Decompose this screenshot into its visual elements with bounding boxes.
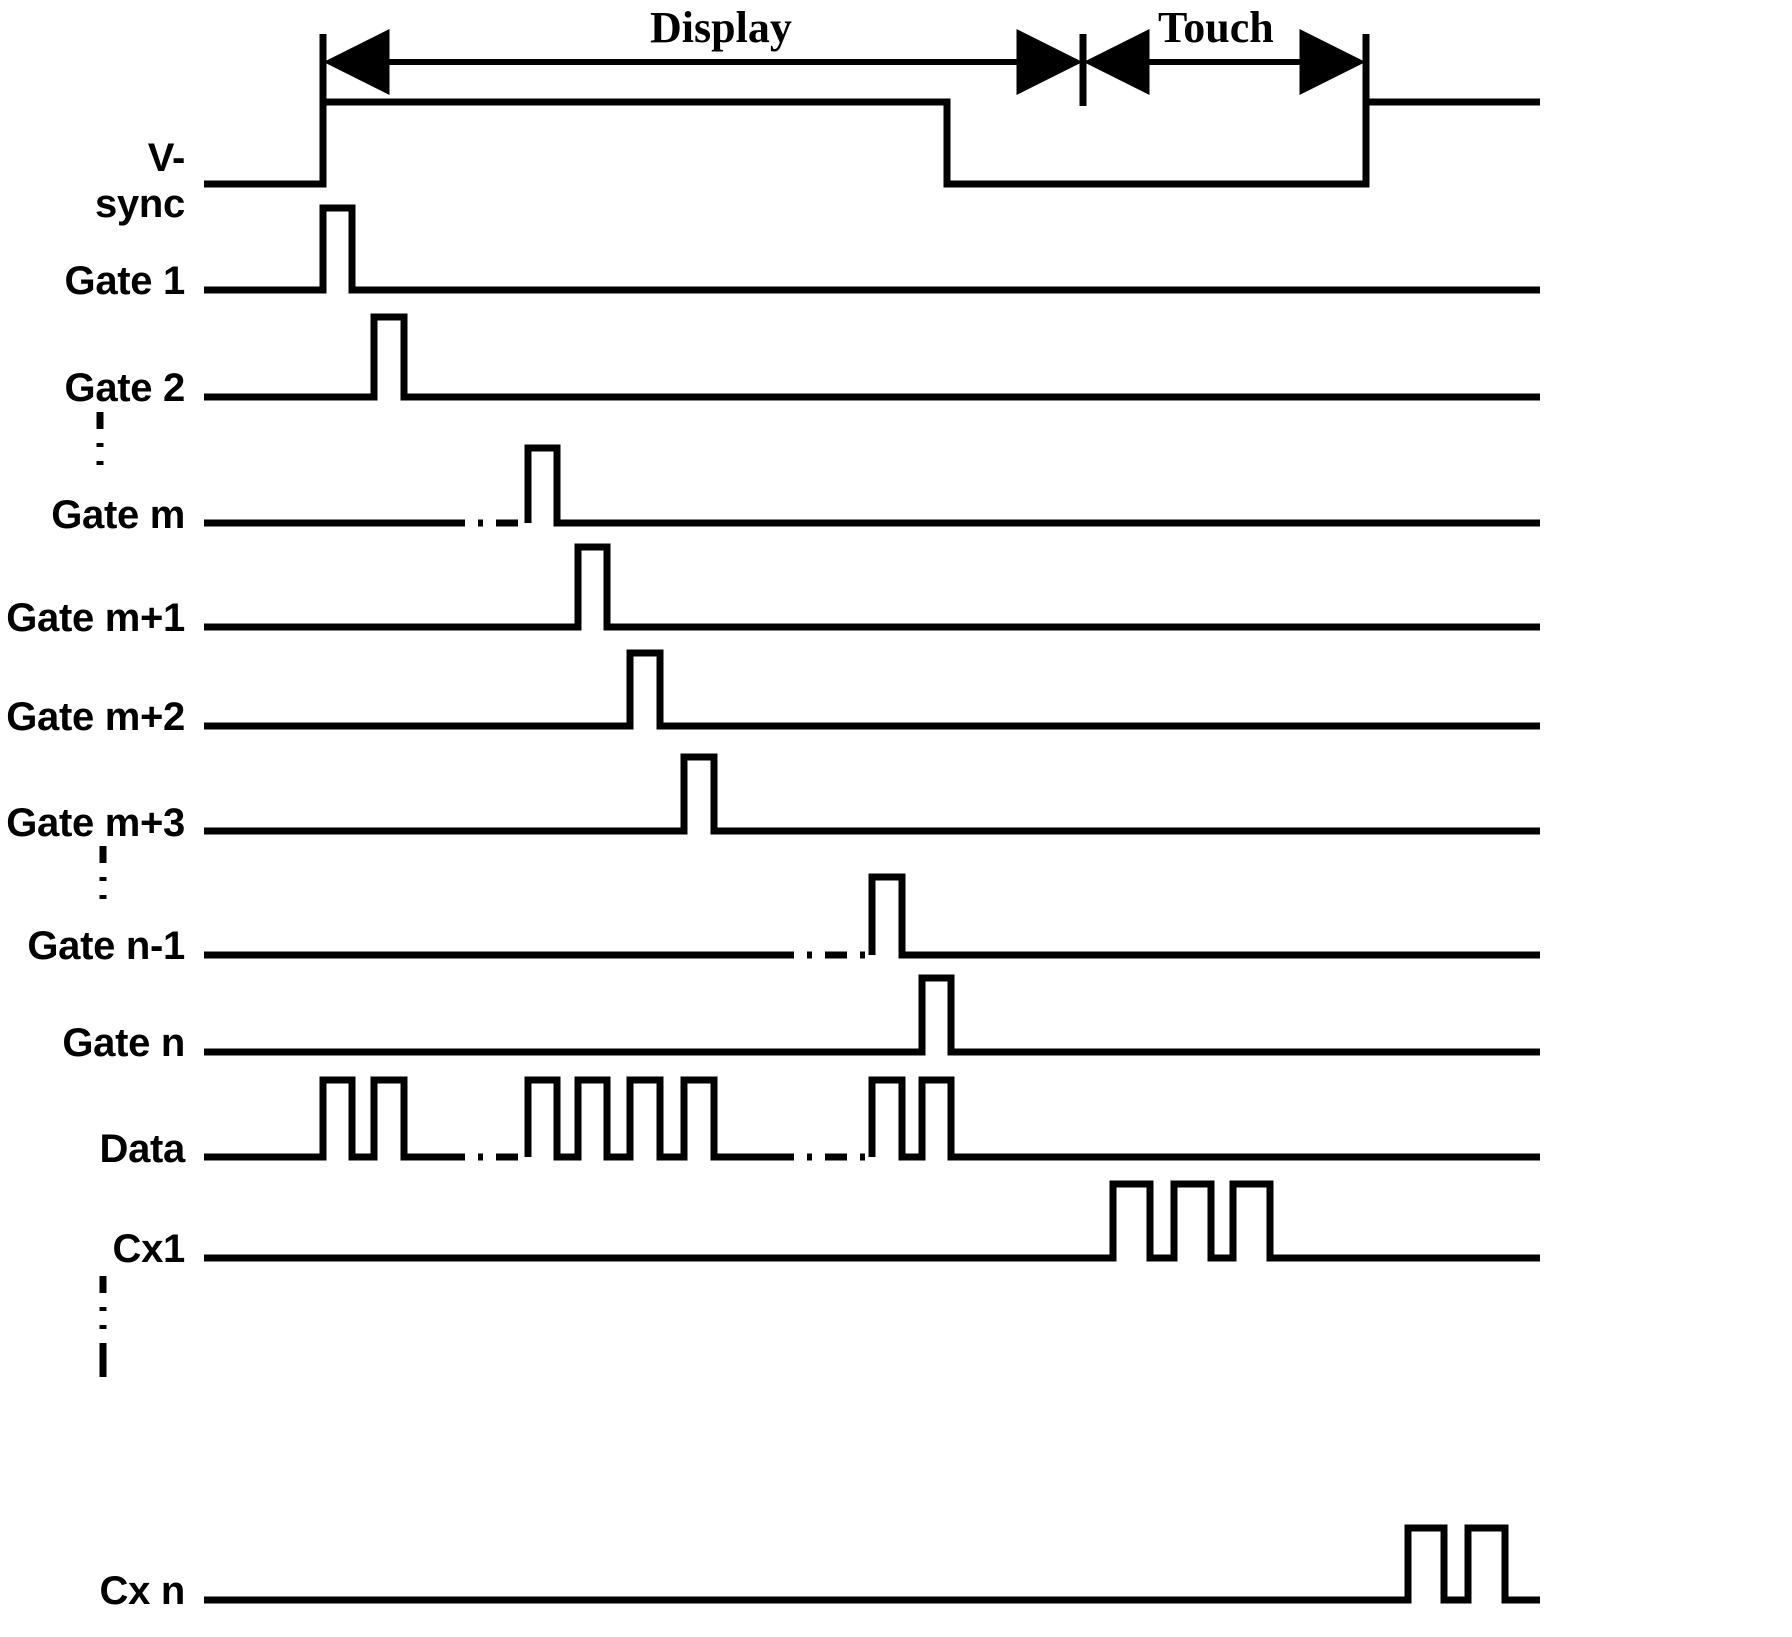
waveform-gate-n-minus-1: [204, 873, 1540, 959]
timing-diagram-root: V- sync Gate 1 Gate 2 Gate m Gate m+1 Gate m+…: [0, 0, 1792, 1637]
signal-label-v-sync: V- sync: [95, 136, 185, 226]
waveform-v-sync: [204, 98, 1540, 188]
signal-label-gate-m: Gate m: [51, 493, 185, 537]
waveform-gate-n: [204, 974, 1540, 1056]
signal-label-gate-m-plus-1: Gate m+1: [6, 596, 185, 640]
waveform-cx1: [204, 1180, 1540, 1262]
waveform-gate-m-plus-1: [204, 543, 1540, 631]
signal-waveforms: [204, 98, 1540, 1604]
waveform-data: [204, 1076, 1540, 1161]
timing-diagram-svg: [96, 29, 1540, 1604]
signal-label-cx-n: Cx n: [99, 1569, 186, 1613]
signal-label-cx1: Cx1: [112, 1227, 186, 1271]
signal-label-gate-1: Gate 1: [64, 259, 186, 303]
waveform-cx-n: [204, 1524, 1540, 1604]
phase-label-display: Display: [650, 3, 792, 52]
signal-label-gate-2: Gate 2: [64, 366, 186, 410]
waveform-gate-m: [204, 444, 1540, 527]
signal-label-gate-m-plus-3: Gate m+3: [6, 801, 185, 845]
waveform-gate-2: [204, 313, 1540, 401]
signal-label-data: Data: [99, 1127, 186, 1171]
signal-label-gate-n: Gate n: [62, 1021, 185, 1065]
signal-label-gate-m-plus-2: Gate m+2: [6, 695, 185, 739]
waveform-gate-m-plus-2: [204, 649, 1540, 730]
waveform-gate-1: [204, 204, 1540, 294]
signal-label-gate-n-minus-1: Gate n-1: [27, 924, 185, 968]
phase-label-touch: Touch: [1158, 3, 1274, 52]
waveform-gate-m-plus-3: [204, 753, 1540, 835]
